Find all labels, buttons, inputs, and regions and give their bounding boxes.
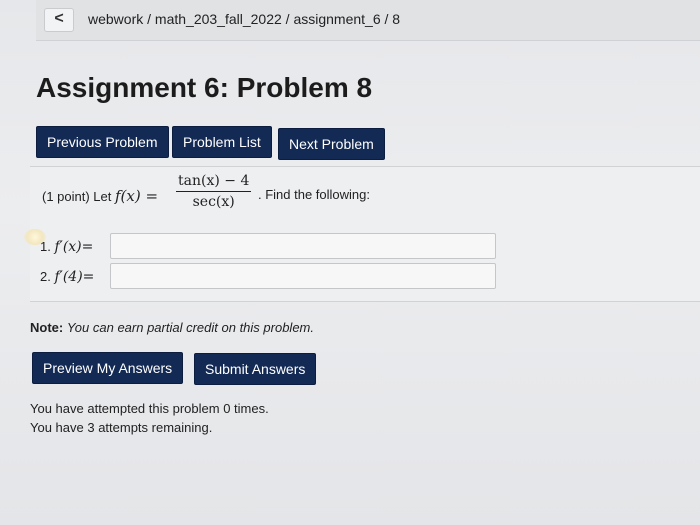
breadcrumb-bar: < webwork / math_203_fall_2022 / assignm…: [36, 0, 700, 41]
answer-label-2: 2. f′(4)=: [40, 269, 94, 285]
attempts-remaining-text: You have 3 attempts remaining.: [30, 420, 213, 435]
answer-expression-2: f′(4)=: [54, 269, 95, 285]
page-title: Assignment 6: Problem 8: [36, 72, 373, 103]
points-text: (1 point) Let: [42, 189, 112, 204]
fraction-denominator: sec(x): [192, 194, 235, 210]
previous-problem-button[interactable]: Previous Problem: [36, 126, 169, 158]
next-problem-button[interactable]: Next Problem: [278, 128, 385, 160]
answer-label-1: 1. f′(x)=: [40, 239, 93, 255]
answer-input-2[interactable]: [110, 263, 496, 289]
partial-credit-note: Note: You can earn partial credit on thi…: [30, 320, 314, 335]
breadcrumb[interactable]: webwork / math_203_fall_2022 / assignmen…: [88, 11, 400, 27]
problem-box: (1 point) Let f(x) = tan(x) − 4 sec(x) .…: [24, 166, 700, 302]
function-fraction: tan(x) − 4 sec(x): [176, 173, 252, 210]
page: < webwork / math_203_fall_2022 / assignm…: [0, 0, 700, 525]
fraction-numerator: tan(x) − 4: [176, 173, 252, 192]
attempted-count-text: You have attempted this problem 0 times.: [30, 401, 269, 416]
attempts-status: You have attempted this problem 0 times.…: [30, 399, 269, 437]
back-button[interactable]: <: [44, 8, 74, 32]
function-label: f(x) =: [115, 187, 159, 205]
preview-answers-button[interactable]: Preview My Answers: [32, 352, 184, 384]
note-label: Note:: [30, 320, 64, 335]
problem-prompt: (1 point) Let f(x) =: [42, 187, 158, 205]
find-text: . Find the following:: [258, 187, 371, 202]
submit-answers-button[interactable]: Submit Answers: [194, 353, 317, 385]
problem-list-button[interactable]: Problem List: [172, 126, 272, 158]
answer-expression-1: f′(x)=: [54, 239, 94, 255]
answer-number-2: 2.: [40, 269, 51, 284]
chevron-left-icon: <: [54, 10, 64, 27]
answer-number-1: 1.: [40, 239, 51, 254]
note-text: You can earn partial credit on this prob…: [66, 320, 314, 335]
answer-input-1[interactable]: [110, 233, 496, 259]
